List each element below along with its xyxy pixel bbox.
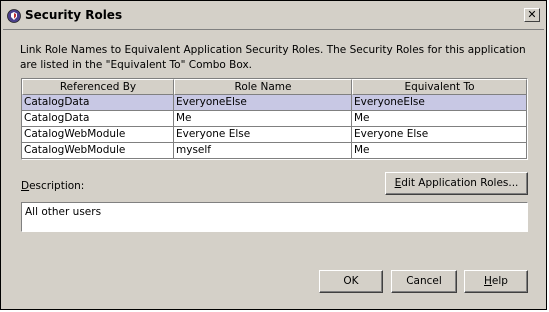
edit-application-roles-button[interactable]: Edit Application Roles... <box>385 172 528 195</box>
cell-referenced-by[interactable]: CatalogWebModule <box>22 143 174 159</box>
cell-role-name[interactable]: Me <box>174 111 352 127</box>
intro-line-1: Link Role Names to Equivalent Applicatio… <box>20 44 526 56</box>
cell-role-name[interactable]: Everyone Else <box>174 127 352 143</box>
cell-equivalent-to[interactable]: Me <box>352 143 527 159</box>
ok-button[interactable]: OK <box>319 270 383 293</box>
table-header: Referenced By Role Name Equivalent To <box>22 79 527 95</box>
table-row[interactable]: CatalogWebModule myself Me <box>22 143 527 159</box>
table-row[interactable]: CatalogData Me Me <box>22 111 527 127</box>
cell-equivalent-to[interactable]: Me <box>352 111 527 127</box>
help-button[interactable]: Help <box>464 270 528 293</box>
cell-equivalent-to[interactable]: EveryoneElse <box>352 95 527 111</box>
close-button[interactable]: ✕ <box>524 8 540 22</box>
column-header-role-name[interactable]: Role Name <box>174 79 352 95</box>
roles-table: Referenced By Role Name Equivalent To Ca… <box>21 78 528 160</box>
title-bar[interactable]: Security Roles ✕ <box>3 3 544 30</box>
cancel-button[interactable]: Cancel <box>391 270 457 293</box>
description-field[interactable]: All other users <box>21 202 528 232</box>
description-label-text: escription: <box>29 180 85 192</box>
cell-referenced-by[interactable]: CatalogData <box>22 111 174 127</box>
close-icon: ✕ <box>527 8 537 21</box>
edit-button-label: dit Application Roles... <box>401 177 519 189</box>
shield-icon <box>7 9 21 23</box>
cell-referenced-by[interactable]: CatalogWebModule <box>22 127 174 143</box>
security-roles-dialog: Security Roles ✕ Link Role Names to Equi… <box>0 0 547 310</box>
table-row[interactable]: CatalogWebModule Everyone Else Everyone … <box>22 127 527 143</box>
cell-role-name[interactable]: EveryoneElse <box>174 95 352 111</box>
cell-role-name[interactable]: myself <box>174 143 352 159</box>
help-button-label: elp <box>491 275 508 287</box>
intro-line-2: are listed in the "Equivalent To" Combo … <box>20 59 253 71</box>
table-row[interactable]: CatalogData EveryoneElse EveryoneElse <box>22 95 527 111</box>
cell-referenced-by[interactable]: CatalogData <box>22 95 174 111</box>
intro-text: Link Role Names to Equivalent Applicatio… <box>20 43 526 73</box>
description-label-mnemonic: D <box>21 180 30 192</box>
description-label: Description: <box>21 180 84 192</box>
cell-equivalent-to[interactable]: Everyone Else <box>352 127 527 143</box>
column-header-referenced-by[interactable]: Referenced By <box>22 79 174 95</box>
description-value: All other users <box>25 206 102 218</box>
window-title: Security Roles <box>25 8 123 22</box>
column-header-equivalent-to[interactable]: Equivalent To <box>352 79 527 95</box>
help-button-mnemonic: H <box>484 275 492 287</box>
